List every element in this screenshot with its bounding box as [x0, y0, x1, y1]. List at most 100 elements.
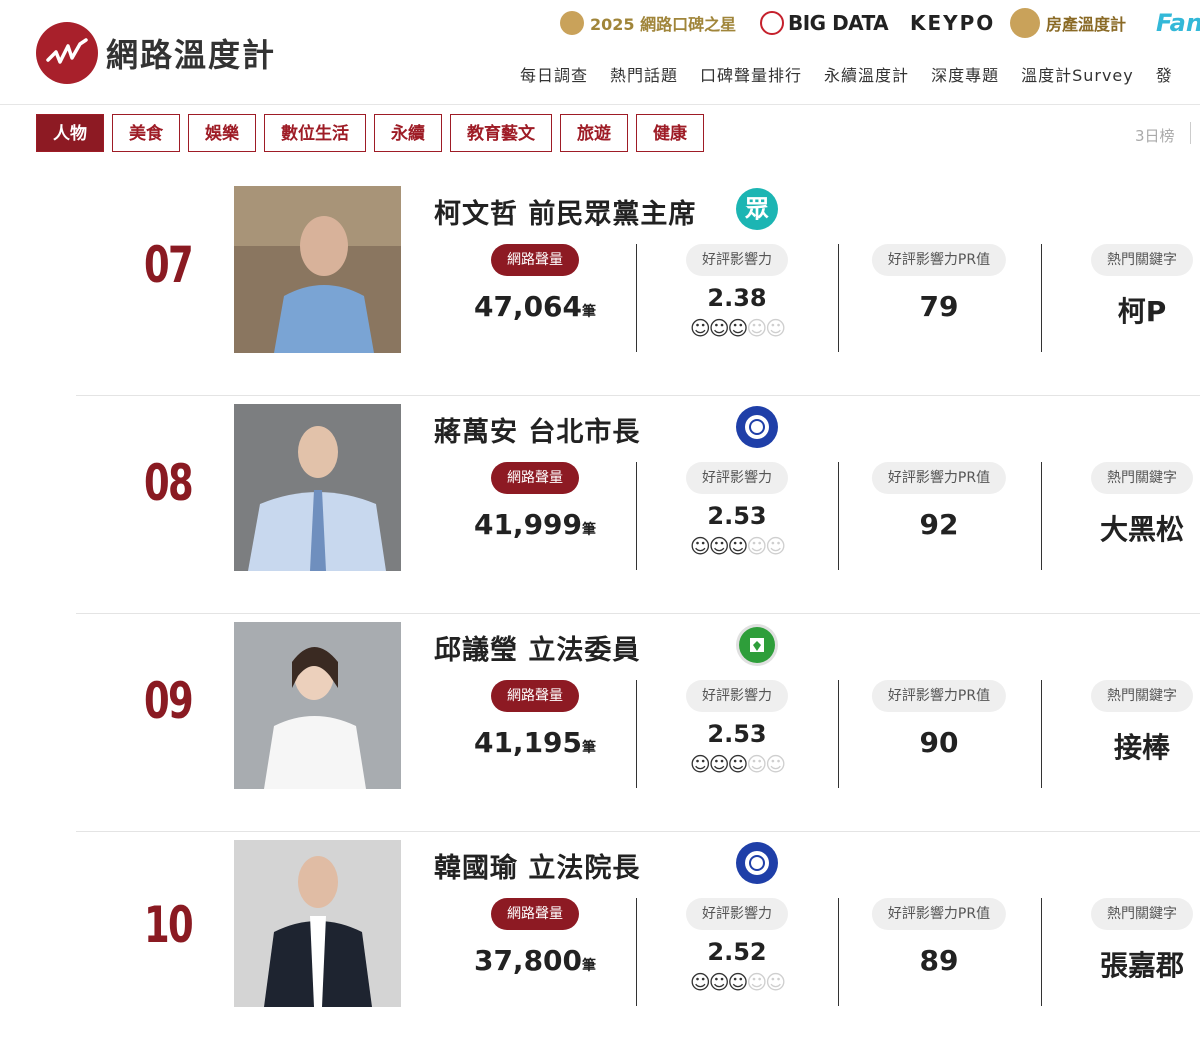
keyword-value[interactable]: 柯P — [1042, 290, 1200, 330]
person-photo[interactable] — [234, 622, 401, 789]
tab-sustainability[interactable]: 永續 — [374, 114, 442, 152]
volume-column: 網路聲量 47,064筆 — [435, 236, 635, 346]
person-name-title[interactable]: 邱議瑩 立法委員 — [434, 628, 640, 667]
smiley-rating: ☺☺☺☺☺ — [689, 752, 786, 776]
rank-number: 08 — [144, 454, 194, 512]
pr-value: 92 — [919, 508, 959, 541]
house-thermometer-icon — [1010, 8, 1040, 38]
keypo-label: KEYPO — [910, 11, 996, 35]
nav-item-hot-topics[interactable]: 熱門話題 — [610, 62, 678, 86]
smiley-rating: ☺☺☺☺☺ — [689, 316, 786, 340]
bigdata-icon — [760, 11, 784, 35]
period-selector[interactable]: 3日榜 — [1135, 125, 1175, 146]
influence-label: 好評影響力 — [686, 244, 788, 276]
influence-value: 2.52 — [707, 938, 767, 966]
influence-label: 好評影響力 — [686, 462, 788, 494]
logo-icon[interactable] — [36, 22, 98, 84]
nav-item-sustainability[interactable]: 永續溫度計 — [824, 62, 909, 86]
rank-number: 09 — [144, 672, 194, 730]
tab-digital-life[interactable]: 數位生活 — [264, 114, 366, 152]
volume-column: 網路聲量 37,800筆 — [435, 890, 635, 1000]
ranking-item: 09 邱議瑩 立法委員 網路聲量 41,195筆 好評影響力 2.53 ☺☺☺☺… — [76, 614, 1200, 832]
divider — [1190, 122, 1191, 144]
keyword-value[interactable]: 接棒 — [1042, 726, 1200, 766]
bigdata-link[interactable]: BIG DATA — [760, 10, 889, 36]
keyword-label: 熱門關鍵字 — [1091, 462, 1193, 494]
keyword-column: 熱門關鍵字 柯P — [1042, 236, 1200, 346]
tab-education-arts[interactable]: 教育藝文 — [450, 114, 552, 152]
influence-label: 好評影響力 — [686, 898, 788, 930]
tab-travel[interactable]: 旅遊 — [560, 114, 628, 152]
keyword-value[interactable]: 張嘉郡 — [1042, 944, 1200, 984]
volume-value: 47,064筆 — [473, 290, 597, 323]
nav-item-features[interactable]: 深度專題 — [931, 62, 999, 86]
ranking-item: 08 蔣萬安 台北市長 網路聲量 41,999筆 好評影響力 2.53 ☺☺☺☺… — [76, 396, 1200, 614]
influence-column: 好評影響力 2.53 ☺☺☺☺☺ — [637, 454, 837, 564]
ranking-item: 10 韓國瑜 立法院長 網路聲量 37,800筆 好評影響力 2.52 ☺☺☺☺… — [76, 832, 1200, 1049]
volume-column: 網路聲量 41,195筆 — [435, 672, 635, 782]
volume-value: 37,800筆 — [473, 944, 597, 977]
tab-people[interactable]: 人物 — [36, 114, 104, 152]
main-nav: 每日調查 熱門話題 口碑聲量排行 永續溫度計 深度專題 溫度計Survey 發 — [520, 62, 1195, 86]
influence-value: 2.53 — [707, 720, 767, 748]
smiley-rating: ☺☺☺☺☺ — [689, 534, 786, 558]
influence-value: 2.38 — [707, 284, 767, 312]
keyword-label: 熱門關鍵字 — [1091, 898, 1193, 930]
person-photo[interactable] — [234, 186, 401, 353]
house-thermometer-label: 房產溫度計 — [1046, 15, 1127, 34]
volume-value: 41,999筆 — [473, 508, 597, 541]
volume-label: 網路聲量 — [491, 462, 579, 494]
pr-value: 79 — [919, 290, 959, 323]
pr-value: 89 — [919, 944, 959, 977]
keyword-label: 熱門關鍵字 — [1091, 680, 1193, 712]
nav-item-ranking[interactable]: 口碑聲量排行 — [700, 62, 802, 86]
keyword-column: 熱門關鍵字 接棒 — [1042, 672, 1200, 782]
influence-label: 好評影響力 — [686, 680, 788, 712]
person-photo[interactable] — [234, 840, 401, 1007]
bigdata-label: BIG DATA — [788, 11, 889, 35]
pr-label: 好評影響力PR值 — [871, 244, 1007, 276]
pr-column: 好評影響力PR值 90 — [839, 672, 1039, 782]
house-thermometer-link[interactable]: 房產溫度計 — [1010, 8, 1127, 38]
tab-health[interactable]: 健康 — [636, 114, 704, 152]
keyword-label: 熱門關鍵字 — [1091, 244, 1193, 276]
ranking-item: 07 柯文哲 前民眾黨主席 眾 網路聲量 47,064筆 好評影響力 2.38 … — [76, 178, 1200, 396]
fan-link[interactable]: Fan — [1156, 9, 1200, 37]
logo-text[interactable]: 網路溫度計 — [106, 30, 276, 76]
tab-food[interactable]: 美食 — [112, 114, 180, 152]
volume-label: 網路聲量 — [491, 898, 579, 930]
influence-column: 好評影響力 2.38 ☺☺☺☺☺ — [637, 236, 837, 346]
keypo-link[interactable]: KEYPO — [910, 10, 995, 36]
person-name-title[interactable]: 柯文哲 前民眾黨主席 — [434, 192, 696, 231]
person-photo[interactable] — [234, 404, 401, 571]
kmt-icon — [736, 842, 778, 884]
smiley-rating: ☺☺☺☺☺ — [689, 970, 786, 994]
pr-value: 90 — [919, 726, 959, 759]
nav-item-survey[interactable]: 溫度計Survey — [1021, 62, 1134, 86]
kmt-icon — [736, 406, 778, 448]
fan-label: Fan — [1156, 9, 1200, 37]
volume-label: 網路聲量 — [491, 680, 579, 712]
award-link[interactable]: 2025 網路口碑之星 — [560, 10, 736, 36]
pr-column: 好評影響力PR值 89 — [839, 890, 1039, 1000]
pr-label: 好評影響力PR值 — [871, 462, 1007, 494]
pr-label: 好評影響力PR值 — [871, 680, 1007, 712]
pr-column: 好評影響力PR值 92 — [839, 454, 1039, 564]
award-medal-icon — [560, 11, 584, 35]
top-header: 網路溫度計 2025 網路口碑之星 BIG DATA KEYPO 房產溫度計 F… — [0, 0, 1200, 105]
rank-number: 07 — [144, 236, 194, 294]
keyword-value[interactable]: 大黑松 — [1042, 508, 1200, 548]
volume-column: 網路聲量 41,999筆 — [435, 454, 635, 564]
person-name-title[interactable]: 韓國瑜 立法院長 — [434, 846, 640, 885]
keyword-column: 熱門關鍵字 大黑松 — [1042, 454, 1200, 564]
person-name-title[interactable]: 蔣萬安 台北市長 — [434, 410, 640, 449]
nav-item-more[interactable]: 發 — [1156, 62, 1173, 86]
volume-value: 41,195筆 — [473, 726, 597, 759]
dpp-icon — [736, 624, 778, 666]
category-tabs: 人物 美食 娛樂 數位生活 永續 教育藝文 旅遊 健康 — [36, 114, 712, 152]
rank-number: 10 — [144, 896, 194, 954]
pr-label: 好評影響力PR值 — [871, 898, 1007, 930]
tpp-icon: 眾 — [736, 188, 778, 230]
tab-entertainment[interactable]: 娛樂 — [188, 114, 256, 152]
nav-item-daily[interactable]: 每日調查 — [520, 62, 588, 86]
